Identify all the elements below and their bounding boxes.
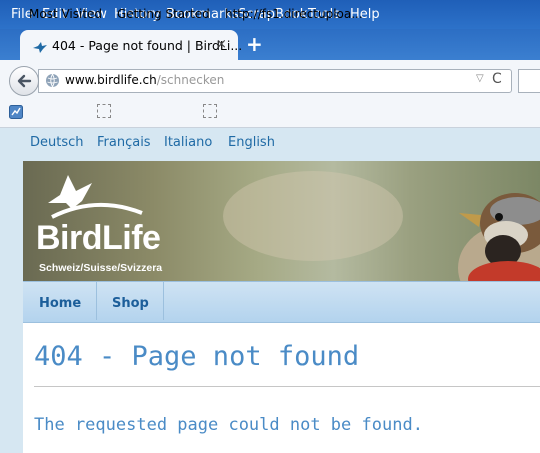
lang-francais[interactable]: Français bbox=[97, 135, 151, 150]
birdlife-logo-subtitle: Schweiz/Suisse/Svizzera bbox=[39, 262, 163, 274]
tab-birdlife[interactable]: 404 - Page not found | BirdLi... × bbox=[20, 30, 242, 61]
birdlife-bird-logo bbox=[46, 173, 146, 225]
back-button[interactable] bbox=[9, 66, 39, 96]
url-path: /schnecken bbox=[156, 73, 225, 87]
birdlife-logo-text: BirdLife bbox=[36, 219, 161, 257]
divider bbox=[34, 386, 540, 387]
lang-english[interactable]: English bbox=[228, 135, 275, 150]
bookmark-most-visited[interactable]: Most Visited bbox=[29, 7, 102, 21]
nav-home[interactable]: Home bbox=[39, 296, 81, 311]
most-visited-icon bbox=[9, 104, 23, 123]
nav-divider bbox=[96, 282, 97, 320]
url-dropdown-icon[interactable]: ▽ bbox=[476, 73, 484, 84]
address-bar[interactable]: www.birdlife.ch/schnecken ▽ C bbox=[38, 69, 512, 93]
search-box[interactable] bbox=[518, 69, 540, 93]
bookmark-getting-started[interactable]: Getting Started bbox=[117, 7, 210, 21]
site-nav bbox=[23, 281, 540, 323]
nav-divider bbox=[163, 282, 164, 320]
lang-deutsch[interactable]: Deutsch bbox=[30, 135, 84, 150]
url-domain: www.birdlife.ch bbox=[65, 73, 157, 87]
back-arrow-icon bbox=[17, 74, 32, 88]
lang-italiano[interactable]: Italiano bbox=[164, 135, 212, 150]
page-icon bbox=[203, 104, 217, 118]
nav-shop[interactable]: Shop bbox=[112, 296, 149, 311]
error-message: The requested page could not be found. bbox=[34, 415, 423, 435]
globe-icon bbox=[45, 73, 60, 92]
bookmarks-toolbar bbox=[0, 98, 540, 128]
bird-favicon-icon bbox=[32, 39, 48, 58]
page-title: 404 - Page not found bbox=[34, 341, 360, 372]
bookmark-fs1[interactable]: http://fs1.directuploa... bbox=[225, 7, 363, 21]
tab-title: 404 - Page not found | BirdLi... bbox=[52, 38, 243, 53]
reload-icon[interactable]: C bbox=[492, 71, 502, 87]
new-tab-button[interactable]: + bbox=[246, 32, 263, 56]
tab-close-icon[interactable]: × bbox=[216, 37, 227, 52]
sparrow-photo bbox=[458, 193, 540, 281]
url-text: www.birdlife.ch/schnecken bbox=[65, 73, 224, 87]
page-icon bbox=[97, 104, 111, 118]
